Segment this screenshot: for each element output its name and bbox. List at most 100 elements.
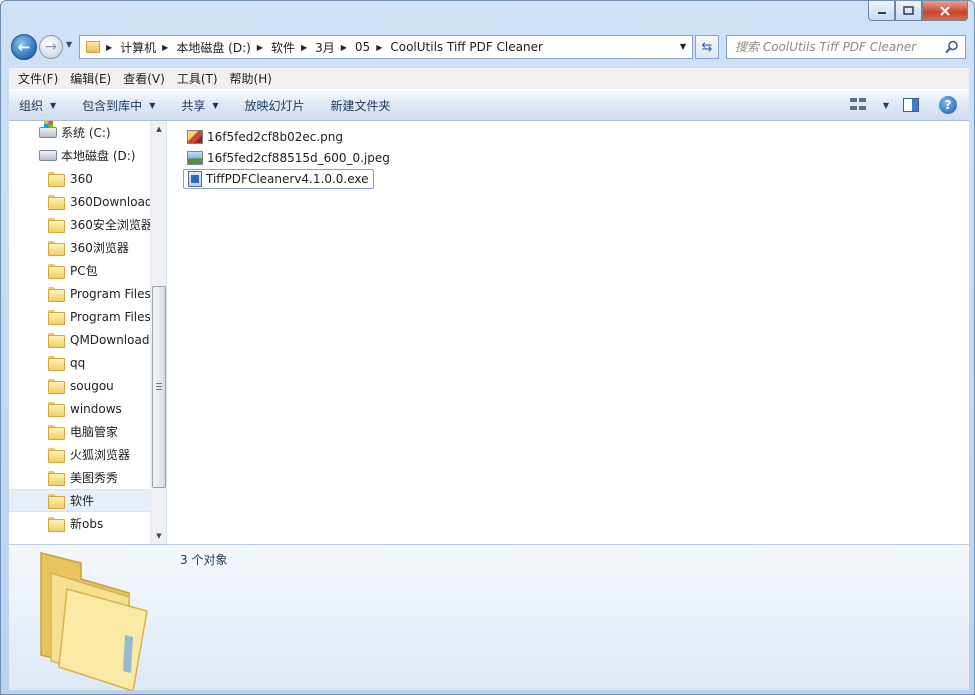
details-pane: 3 个对象 <box>9 544 969 691</box>
close-button[interactable] <box>922 1 968 21</box>
folder-icon <box>48 264 65 279</box>
chevron-down-icon: ▼ <box>149 100 156 110</box>
system-drive-icon <box>39 121 57 138</box>
breadcrumb-item[interactable]: 3月 ▶ <box>315 36 355 58</box>
recent-pages-dropdown[interactable]: ▼ <box>66 40 76 54</box>
nav-item-pc-manager[interactable]: 电脑管家 <box>9 420 150 443</box>
menu-tools[interactable]: 工具(T) <box>172 70 223 87</box>
preview-pane-icon[interactable] <box>903 98 919 112</box>
folder-large-icon <box>40 552 148 691</box>
breadcrumb-item[interactable]: 本地磁盘 (D:) ▶ <box>176 36 271 58</box>
navigation-pane: 系统 (C:) 本地磁盘 (D:) 360 360Download 360安全浏… <box>9 121 167 544</box>
chevron-right-icon: ▶ <box>340 42 347 52</box>
file-item-exe[interactable]: TiffPDFCleanerv4.1.0.0.exe <box>183 169 374 189</box>
refresh-icon: ⇆ <box>701 39 713 55</box>
nav-item-360[interactable]: 360 <box>9 167 150 190</box>
view-options-dropdown[interactable]: ▼ <box>876 101 889 110</box>
back-button[interactable]: ← <box>11 34 37 60</box>
view-options-icon[interactable] <box>849 98 866 112</box>
scroll-up-icon[interactable]: ▲ <box>151 121 166 137</box>
nav-item-qq[interactable]: qq <box>9 351 150 374</box>
exe-file-icon <box>188 171 202 187</box>
scroll-thumb[interactable] <box>152 286 166 488</box>
maximize-button[interactable] <box>895 1 922 21</box>
folder-icon <box>48 356 65 371</box>
address-bar[interactable]: ▶ 计算机 ▶ 本地磁盘 (D:) ▶ 软件 ▶ 3月 ▶ 05 ▶ CoolUtils … <box>79 35 693 59</box>
explorer-window: ← → ▼ ▶ 计算机 ▶ 本地磁盘 (D:) ▶ 软件 ▶ 3月 ▶ 05 ▶ Cool… <box>0 0 975 695</box>
nav-item-sougou[interactable]: sougou <box>9 374 150 397</box>
folder-icon <box>48 218 65 233</box>
folder-icon <box>48 195 65 210</box>
folder-icon <box>48 471 65 486</box>
scroll-down-icon[interactable]: ▼ <box>151 528 166 544</box>
menu-bar: 文件(F) 编辑(E) 查看(V) 工具(T) 帮助(H) <box>9 67 969 89</box>
nav-item-program-files[interactable]: Program Files <box>9 282 151 305</box>
nav-item-new-obs[interactable]: 新obs <box>9 512 150 535</box>
menu-edit[interactable]: 编辑(E) <box>65 70 116 87</box>
nav-item-pc-bao[interactable]: PC包 <box>9 259 150 282</box>
address-row: ← → ▼ ▶ 计算机 ▶ 本地磁盘 (D:) ▶ 软件 ▶ 3月 ▶ 05 ▶ Cool… <box>1 29 974 65</box>
search-icon[interactable] <box>945 40 959 54</box>
search-input[interactable] <box>735 40 935 54</box>
forward-button[interactable]: → <box>39 35 63 59</box>
window-controls <box>868 1 968 21</box>
menu-help[interactable]: 帮助(H) <box>225 70 277 87</box>
breadcrumb-item[interactable]: 软件 ▶ <box>271 36 315 58</box>
command-bar: 组织 ▼ 包含到库中 ▼ 共享 ▼ 放映幻灯片 新建文件夹 ▼ ? <box>9 89 969 121</box>
forward-arrow-icon: → <box>45 39 57 55</box>
minimize-button[interactable] <box>868 1 895 21</box>
share-button[interactable]: 共享 ▼ <box>181 97 218 114</box>
minimize-icon <box>877 11 886 14</box>
chevron-right-icon: ▶ <box>376 42 383 52</box>
grip-icon <box>156 383 162 390</box>
content-area: 系统 (C:) 本地磁盘 (D:) 360 360Download 360安全浏… <box>9 121 969 544</box>
address-history-dropdown[interactable]: ▼ <box>680 42 686 51</box>
maximize-icon <box>903 6 914 15</box>
breadcrumb-item[interactable]: 05 ▶ <box>355 36 390 58</box>
navigation-tree: 系统 (C:) 本地磁盘 (D:) 360 360Download 360安全浏… <box>9 121 153 535</box>
file-item-jpeg[interactable]: 16f5fed2cf88515d_600_0.jpeg <box>187 148 390 168</box>
chevron-right-icon: ▶ <box>162 42 169 52</box>
chevron-right-icon: ▶ <box>256 42 263 52</box>
nav-item-360download[interactable]: 360Download <box>9 190 153 213</box>
folder-icon <box>48 241 65 256</box>
drive-icon <box>39 150 57 161</box>
nav-item-360-secure-browser[interactable]: 360安全浏览器 <box>9 213 153 236</box>
command-bar-right: ▼ ? <box>849 90 969 120</box>
nav-item-program-files-2[interactable]: Program Files <box>9 305 151 328</box>
chevron-down-icon: ▼ <box>212 100 219 110</box>
close-icon <box>940 5 950 16</box>
file-item-png[interactable]: 16f5fed2cf8b02ec.png <box>187 127 343 147</box>
nav-item-360-browser[interactable]: 360浏览器 <box>9 236 150 259</box>
include-in-library-button[interactable]: 包含到库中 ▼ <box>82 97 155 114</box>
breadcrumb-item[interactable]: CoolUtils Tiff PDF Cleaner <box>390 36 543 58</box>
nav-item-firefox[interactable]: 火狐浏览器 <box>9 443 150 466</box>
slideshow-button[interactable]: 放映幻灯片 <box>245 97 305 114</box>
file-list: 16f5fed2cf8b02ec.png 16f5fed2cf88515d_60… <box>179 121 969 544</box>
folder-icon <box>48 172 65 187</box>
menu-file[interactable]: 文件(F) <box>13 70 63 87</box>
nav-scrollbar[interactable]: ▲ ▼ <box>150 121 166 544</box>
new-folder-button[interactable]: 新建文件夹 <box>331 97 391 114</box>
folder-icon <box>86 41 100 53</box>
breadcrumb-root[interactable]: ▶ <box>100 36 120 58</box>
nav-item-system-drive[interactable]: 系统 (C:) <box>9 121 150 144</box>
chevron-down-icon: ▼ <box>50 100 57 110</box>
nav-item-meitu[interactable]: 美图秀秀 <box>9 466 150 489</box>
nav-item-qmdownload[interactable]: QMDownload <box>9 328 150 351</box>
folder-icon <box>48 494 65 509</box>
nav-item-windows[interactable]: windows <box>9 397 150 420</box>
item-count: 3 个对象 <box>180 553 228 567</box>
folder-icon <box>48 287 65 302</box>
folder-icon <box>48 402 65 417</box>
nav-item-software[interactable]: 软件 <box>9 489 150 512</box>
help-icon[interactable]: ? <box>939 96 957 114</box>
breadcrumb-item[interactable]: 计算机 ▶ <box>120 36 176 58</box>
jpeg-file-icon <box>187 151 203 165</box>
nav-item-local-disk-d[interactable]: 本地磁盘 (D:) <box>9 144 150 167</box>
organize-button[interactable]: 组织 ▼ <box>19 97 56 114</box>
refresh-button[interactable]: ⇆ <box>695 35 719 59</box>
chevron-right-icon: ▶ <box>300 42 308 52</box>
menu-view[interactable]: 查看(V) <box>118 70 170 87</box>
chevron-right-icon: ▶ <box>106 42 113 52</box>
